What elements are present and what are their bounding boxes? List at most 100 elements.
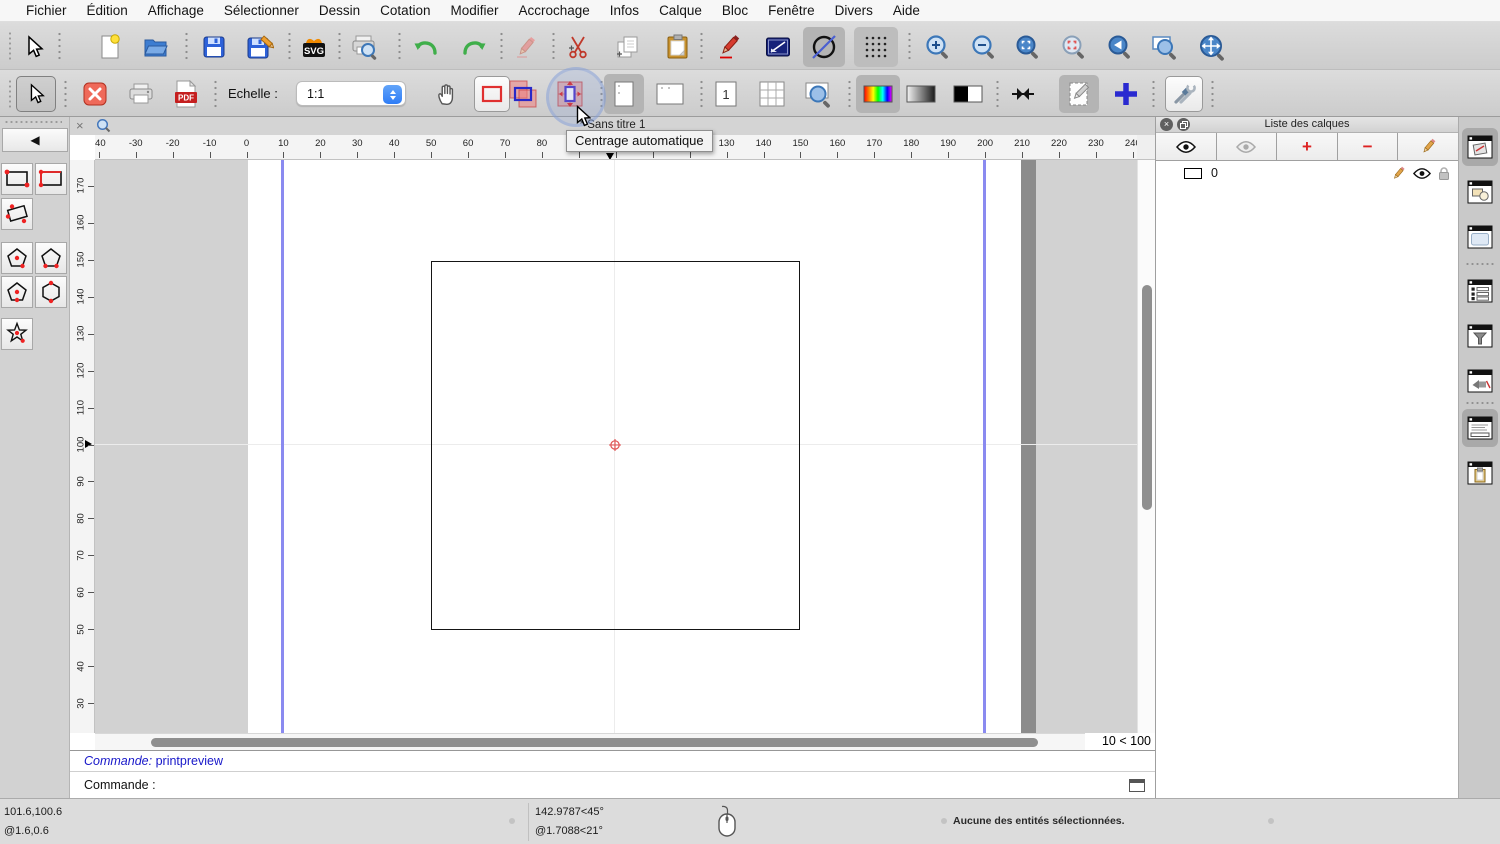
pen-edit-button[interactable] — [712, 29, 748, 65]
blackwhite-mode-button[interactable] — [950, 76, 986, 112]
stepper-icon[interactable] — [383, 85, 402, 104]
circle-tool-button[interactable] — [803, 27, 845, 67]
v-ruler-tick — [88, 371, 94, 372]
polygon-2corners-tool[interactable] — [35, 242, 67, 274]
add-layer-button[interactable]: + — [1277, 133, 1338, 160]
palette-back-button[interactable]: ◀ — [2, 128, 68, 152]
layer-lock-icon[interactable] — [1438, 166, 1450, 181]
command-dock-icon[interactable] — [1129, 779, 1145, 792]
menu-edition[interactable]: Édition — [77, 3, 138, 18]
show-all-layers-button[interactable] — [1156, 133, 1217, 160]
menu-divers[interactable]: Divers — [825, 3, 883, 18]
polygon-center-tangent-tool[interactable] — [1, 276, 33, 308]
toolbar-drag-handle[interactable] — [8, 31, 12, 61]
pan-hand-button[interactable] — [429, 76, 465, 112]
polygon-center-corner-tool[interactable] — [1, 242, 33, 274]
menu-fichier[interactable]: Fichier — [16, 3, 77, 18]
dock-clipboard-button[interactable] — [1462, 454, 1498, 492]
layer-color-swatch[interactable] — [1184, 168, 1202, 179]
paste-button[interactable] — [660, 29, 696, 65]
single-page-button[interactable]: 1 — [708, 76, 744, 112]
print-button[interactable] — [123, 76, 159, 112]
remove-layer-button[interactable]: − — [1338, 133, 1399, 160]
color-mode-button[interactable] — [856, 75, 900, 113]
redo-button[interactable] — [456, 29, 492, 65]
grayscale-mode-button[interactable] — [903, 76, 939, 112]
multiple-pages-button[interactable] — [754, 76, 790, 112]
layer-visibility-eye-icon[interactable] — [1413, 168, 1431, 179]
cut-button[interactable] — [560, 29, 596, 65]
save-as-button[interactable] — [242, 29, 278, 65]
grid-toggle-button[interactable] — [854, 27, 898, 67]
polygon-center-corner-icon — [3, 246, 31, 270]
zoom-in-button[interactable] — [920, 29, 956, 65]
edit-layer-button[interactable] — [1398, 133, 1458, 160]
menu-dessin[interactable]: Dessin — [309, 3, 370, 18]
save-button[interactable] — [196, 29, 232, 65]
menu-fenetre[interactable]: Fenêtre — [758, 3, 825, 18]
zoom-selected-button[interactable] — [1056, 29, 1092, 65]
zoom-out-button[interactable] — [966, 29, 1002, 65]
menu-modifier[interactable]: Modifier — [440, 3, 508, 18]
hexagon-tool[interactable] — [35, 276, 67, 308]
undo-button[interactable] — [408, 29, 444, 65]
open-document-button[interactable] — [138, 29, 174, 65]
h-ruler-label: 20 — [315, 138, 326, 149]
landscape-orientation-button[interactable] — [652, 76, 688, 112]
vertical-scrollbar[interactable] — [1137, 160, 1155, 733]
portrait-orientation-button[interactable] — [604, 74, 644, 114]
dock-layer-list-button[interactable] — [1462, 128, 1498, 166]
vertical-scrollbar-thumb[interactable] — [1142, 285, 1152, 510]
menu-selectionner[interactable]: Sélectionner — [214, 3, 309, 18]
new-document-button[interactable] — [92, 29, 128, 65]
layer-row[interactable]: 0 — [1156, 161, 1458, 185]
select-pointer-button[interactable] — [16, 76, 56, 112]
zoom-pan-button[interactable] — [1194, 29, 1230, 65]
menu-accrochage[interactable]: Accrochage — [508, 3, 599, 18]
zoom-page-button[interactable] — [801, 76, 837, 112]
menu-bloc[interactable]: Bloc — [712, 3, 758, 18]
zoom-window-button[interactable] — [1147, 29, 1183, 65]
drawing-canvas[interactable] — [95, 160, 1137, 733]
menu-cotation[interactable]: Cotation — [370, 3, 440, 18]
line-tool-button[interactable] — [760, 29, 796, 65]
settings-button[interactable] — [1165, 76, 1203, 112]
hide-all-layers-button[interactable] — [1217, 133, 1278, 160]
dock-block-list-button[interactable] — [1462, 173, 1498, 211]
scale-select[interactable]: 1:1 — [296, 81, 406, 106]
select-tool-button[interactable] — [16, 29, 52, 65]
export-svg-button[interactable]: SVG — [296, 29, 332, 65]
copy-button[interactable] — [610, 29, 646, 65]
fit-to-paper-button[interactable] — [505, 76, 541, 112]
delete-tool-button[interactable] — [508, 29, 544, 65]
menu-calque[interactable]: Calque — [649, 3, 712, 18]
dock-command-line-button[interactable] — [1462, 409, 1498, 447]
menu-aide[interactable]: Aide — [883, 3, 930, 18]
rectangle-3points-tool[interactable] — [1, 198, 33, 230]
export-pdf-button[interactable]: PDF — [168, 76, 204, 112]
dock-selection-filter-button[interactable] — [1462, 317, 1498, 355]
dock-pen-wizard-button[interactable] — [1462, 362, 1498, 400]
palette-drag-handle[interactable] — [4, 120, 62, 124]
print-preview-button[interactable] — [346, 29, 382, 65]
menu-infos[interactable]: Infos — [600, 3, 649, 18]
command-input-line[interactable]: Commande : — [70, 771, 1155, 798]
dock-entity-list-button[interactable] — [1462, 272, 1498, 310]
draft-mode-button[interactable] — [1059, 75, 1099, 113]
rectangle-corner-size-tool[interactable] — [35, 163, 67, 195]
v-ruler-label: 120 — [76, 361, 87, 381]
rectangle-2points-tool[interactable] — [1, 163, 33, 195]
layer-edit-pencil-icon[interactable] — [1391, 166, 1406, 181]
dock-library-browser-button[interactable] — [1462, 218, 1498, 256]
zoom-auto-button[interactable] — [1010, 29, 1046, 65]
toolbar-drag-handle[interactable] — [8, 79, 12, 109]
menu-affichage[interactable]: Affichage — [138, 3, 214, 18]
crosshair-button[interactable] — [1108, 76, 1144, 112]
star-tool[interactable] — [1, 318, 33, 350]
close-print-preview-button[interactable] — [77, 76, 113, 112]
zoom-previous-button[interactable] — [1102, 29, 1138, 65]
horizontal-scrollbar-thumb[interactable] — [151, 738, 1038, 747]
calibrate-button[interactable] — [1005, 76, 1041, 112]
plus-icon: + — [1302, 138, 1312, 155]
horizontal-scrollbar[interactable] — [95, 733, 1085, 750]
